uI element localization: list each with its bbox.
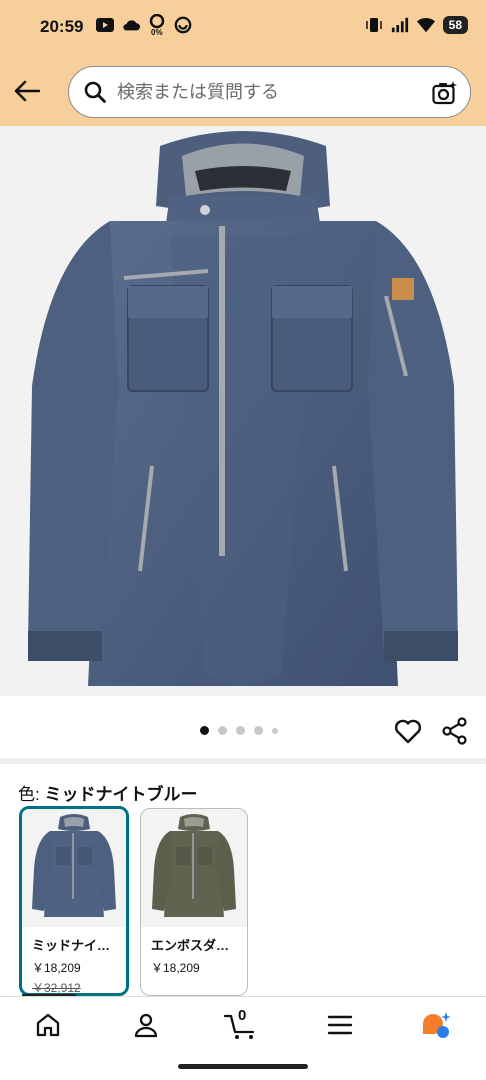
data-saver-label: 0% (151, 28, 163, 36)
section-divider (0, 758, 486, 764)
cart-count: 0 (238, 1007, 247, 1024)
share-icon (442, 717, 467, 745)
swatch-list-price: ￥32,912 (32, 981, 81, 995)
back-arrow-icon (14, 80, 40, 102)
bottom-navigation: 0 (0, 996, 486, 1054)
heart-icon (394, 719, 422, 744)
home-icon (36, 1013, 60, 1037)
rufus-icon (423, 1012, 451, 1038)
selected-color-name: ミッドナイトブルー (44, 785, 198, 804)
app-icon (174, 16, 192, 34)
search-header (0, 54, 486, 126)
carousel-dot[interactable] (218, 726, 227, 735)
share-button[interactable] (441, 717, 469, 745)
signal-icon (391, 16, 409, 34)
color-swatch-selected[interactable]: ミッドナイ… ￥18,209 ￥32,912 (19, 806, 129, 996)
carousel-dot[interactable] (236, 726, 245, 735)
color-variation-label: 色: ミッドナイトブルー (18, 780, 197, 805)
search-input[interactable] (117, 81, 417, 103)
data-saver-icon: 0% (148, 14, 166, 36)
menu-icon (327, 1015, 353, 1035)
nav-home[interactable] (30, 1007, 66, 1043)
nav-rufus[interactable] (418, 1007, 454, 1043)
product-image[interactable] (0, 126, 486, 696)
carousel-dot[interactable] (272, 727, 278, 734)
status-system-icons: 58 (365, 16, 468, 34)
swatch-name: エンボスダ… (151, 938, 230, 953)
camera-search-icon[interactable] (432, 80, 458, 106)
status-bar: 20:59 0% 58 (0, 0, 486, 54)
carousel-dot[interactable] (254, 726, 263, 735)
swatch-name: ミッドナイ… (32, 938, 111, 953)
nav-account[interactable] (128, 1007, 164, 1043)
home-indicator[interactable] (178, 1064, 308, 1069)
carousel-dot[interactable] (200, 726, 209, 735)
nav-menu[interactable] (322, 1007, 358, 1043)
swatch-image (141, 809, 247, 927)
search-bar[interactable] (68, 66, 471, 118)
account-icon (134, 1013, 158, 1038)
search-icon (83, 80, 107, 104)
swatch-price: ￥18,209 (151, 961, 200, 975)
vibrate-icon (365, 16, 383, 34)
status-notification-icons: 0% (96, 14, 192, 36)
image-carousel-dots (200, 726, 278, 735)
status-time: 20:59 (40, 17, 84, 36)
color-swatch[interactable]: エンボスダ… ￥18,209 (140, 808, 248, 996)
wishlist-button[interactable] (394, 717, 422, 745)
wifi-icon (416, 16, 435, 34)
cloud-icon (122, 16, 140, 34)
youtube-icon (96, 16, 114, 34)
swatch-image (22, 809, 126, 927)
color-label-prefix: 色: (18, 785, 40, 804)
back-button[interactable] (10, 74, 44, 108)
nav-cart[interactable]: 0 (224, 1007, 260, 1043)
swatch-price: ￥18,209 (32, 961, 81, 975)
battery-indicator: 58 (442, 16, 468, 34)
